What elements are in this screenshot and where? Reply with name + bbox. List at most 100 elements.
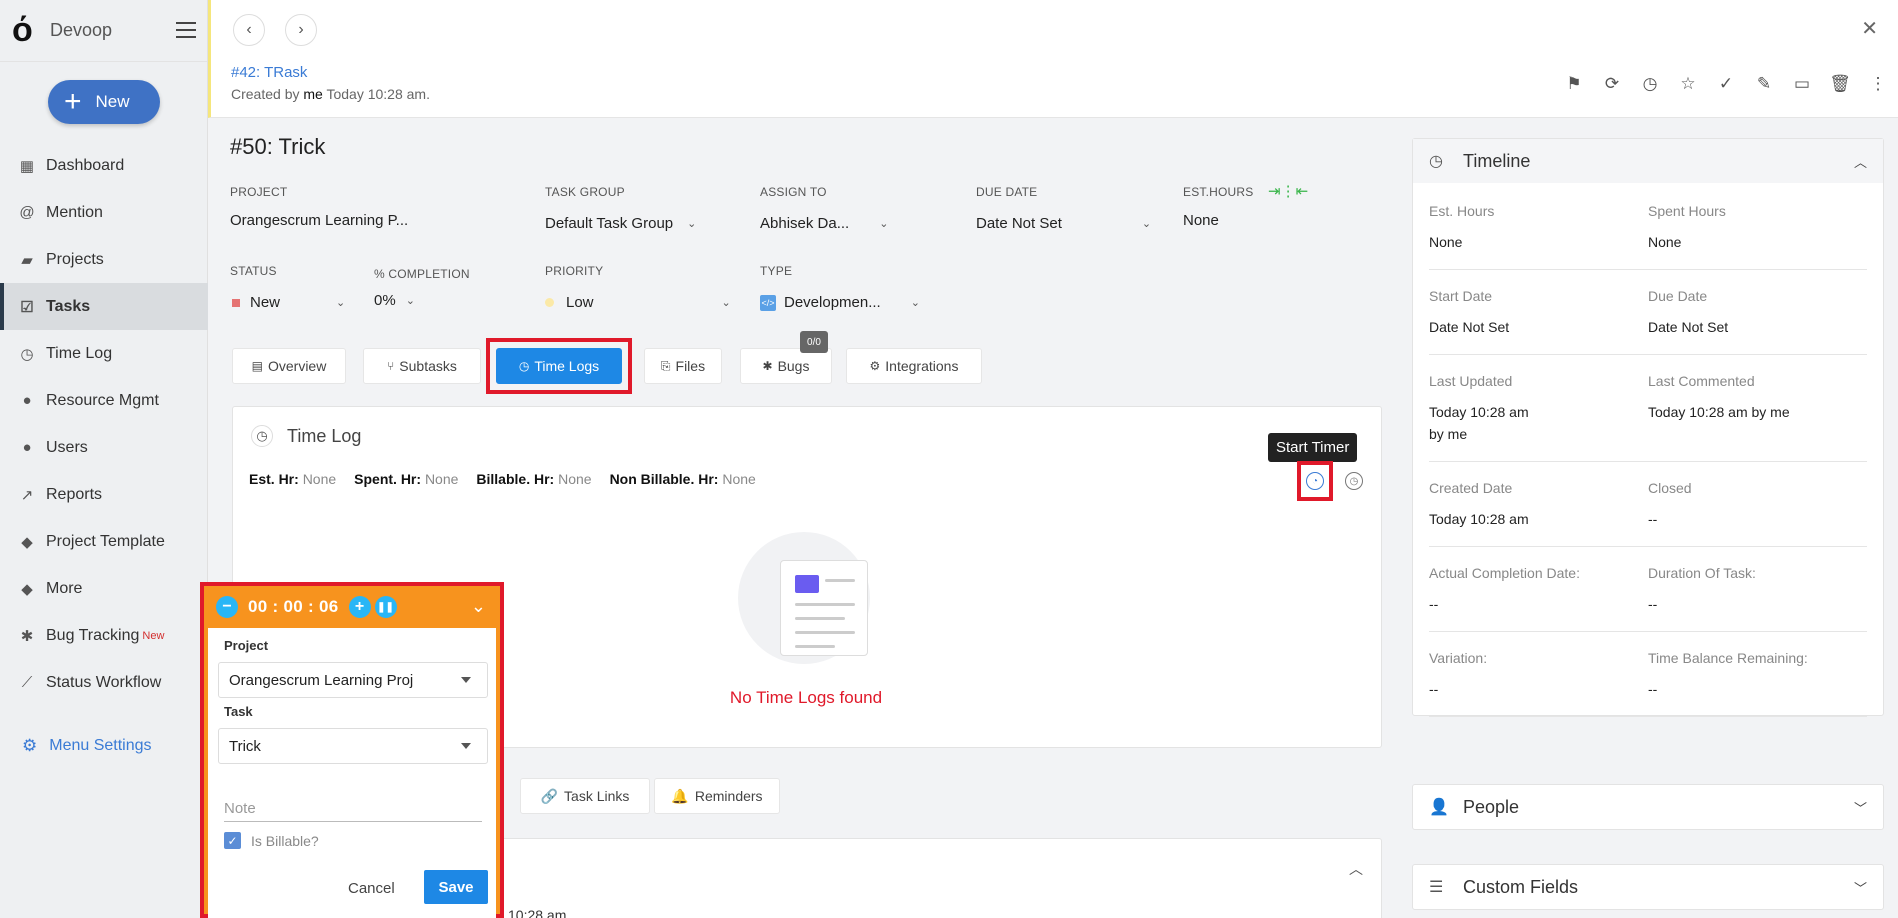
tab-label: Overview: [267, 358, 327, 374]
chevron-down-icon[interactable]: ⌄: [471, 596, 486, 617]
pencil-icon[interactable]: ✎: [1754, 74, 1774, 94]
timeline-value: by me: [1429, 426, 1468, 442]
timeline-card: ◷ Timeline ︿ Est. Hours None Spent Hours N…: [1412, 138, 1884, 717]
completion-dropdown[interactable]: 0% ⌄: [374, 292, 415, 309]
billable-checkbox[interactable]: ✓ Is Billable?: [224, 832, 319, 849]
user-icon: ●: [22, 439, 32, 456]
sidebar-item-users[interactable]: ● Users: [0, 424, 208, 471]
chart-line-icon: ↗: [20, 486, 34, 504]
timer-form: Project Orangescrum Learning Proj Task T…: [208, 628, 496, 918]
check-icon[interactable]: ✓: [1716, 74, 1736, 94]
created-by-user: me: [303, 86, 323, 102]
plus-icon[interactable]: +: [348, 596, 371, 618]
sidebar-item-reports[interactable]: ↗ Reports: [0, 471, 208, 518]
tab-label: Reminders: [694, 788, 763, 804]
billable-hr-stat: Billable. Hr: None: [476, 471, 591, 487]
layers-icon: ◆: [21, 580, 33, 598]
clock-icon[interactable]: ◷: [1640, 74, 1660, 94]
cancel-button[interactable]: Cancel: [348, 880, 395, 897]
tab-reminders[interactable]: 🔔 Reminders: [654, 778, 780, 814]
sidebar-item-resource-mgmt[interactable]: ● Resource Mgmt: [0, 377, 208, 424]
gear-icon: ⚙: [22, 736, 38, 755]
tab-task-links[interactable]: 🔗 Task Links: [520, 778, 650, 814]
split-icon[interactable]: ⇥⋮⇤: [1268, 182, 1308, 200]
tab-overview[interactable]: ▤ Overview: [232, 348, 346, 384]
sidebar-item-mention[interactable]: @ Mention: [0, 189, 208, 236]
due-date-value: Date Not Set: [976, 215, 1062, 232]
sidebar-item-projects[interactable]: ▰ Projects: [0, 236, 208, 283]
tab-integrations[interactable]: ⚙ Integrations: [846, 348, 982, 384]
code-icon: </>: [760, 294, 776, 311]
sidebar-item-label: Status Workflow: [46, 673, 162, 691]
sidebar-item-label: Mention: [46, 203, 103, 221]
minus-icon[interactable]: −: [216, 596, 238, 618]
sidebar-item-bug-tracking[interactable]: ✱ Bug Tracking New: [0, 612, 208, 659]
chevron-down-icon[interactable]: ﹀: [1854, 798, 1867, 817]
priority-dropdown[interactable]: Low ⌄: [545, 294, 731, 311]
status-dropdown[interactable]: New ⌄: [232, 294, 345, 311]
archive-icon[interactable]: ▭: [1792, 74, 1812, 94]
hamburger-menu-icon[interactable]: [176, 22, 196, 38]
type-dropdown[interactable]: </> Developmen... ⌄: [760, 294, 920, 311]
clock-icon: ◷: [518, 359, 530, 373]
due-date-dropdown[interactable]: Date Not Set ⌄: [976, 215, 1151, 232]
more-vertical-icon[interactable]: ⋮: [1868, 74, 1888, 94]
project-value[interactable]: Orangescrum Learning P...: [230, 212, 408, 229]
tab-files[interactable]: ⎘ Files: [644, 348, 722, 384]
menu-settings-link[interactable]: ⚙ Menu Settings: [22, 736, 152, 756]
sidebar-item-tasks[interactable]: ☑ Tasks: [0, 283, 208, 330]
timeline-title: Timeline: [1463, 150, 1531, 171]
billable-label: Is Billable?: [251, 832, 319, 849]
assign-to-dropdown[interactable]: Abhisek Da... ⌄: [760, 215, 888, 232]
status-label: STATUS: [230, 264, 277, 278]
tab-time-logs[interactable]: ◷ Time Logs: [496, 348, 622, 384]
timeline-label: Closed: [1648, 480, 1692, 496]
sidebar-nav: ▦ Dashboard @ Mention ▰ Projects ☑ Tasks ◷ Ti…: [0, 142, 208, 706]
task-group-dropdown[interactable]: Default Task Group ⌄: [545, 215, 696, 232]
save-button[interactable]: Save: [424, 870, 488, 904]
sidebar-item-project-template[interactable]: ◆ Project Template: [0, 518, 208, 565]
parent-task-link[interactable]: #42: TRask: [231, 64, 307, 81]
custom-fields-card[interactable]: ☰ Custom Fields ﹀: [1412, 864, 1884, 910]
star-icon[interactable]: ☆: [1678, 74, 1698, 94]
back-arrow-icon[interactable]: ‹: [233, 14, 265, 46]
checkbox-checked-icon[interactable]: ✓: [224, 832, 241, 849]
sidebar-item-dashboard[interactable]: ▦ Dashboard: [0, 142, 208, 189]
sidebar-item-time-log[interactable]: ◷ Time Log: [0, 330, 208, 377]
completion-value: 0%: [374, 292, 396, 309]
close-icon[interactable]: ✕: [1861, 16, 1878, 41]
forward-arrow-icon[interactable]: ›: [285, 14, 317, 46]
bell-icon: 🔔: [671, 787, 689, 804]
refresh-icon[interactable]: ⟳: [1602, 74, 1622, 94]
trash-icon[interactable]: 🗑: [1829, 74, 1851, 94]
task-select[interactable]: Trick: [218, 728, 488, 764]
sidebar-item-more[interactable]: ◆ More: [0, 565, 208, 612]
people-card[interactable]: 👤 People ﹀: [1412, 784, 1884, 830]
new-button[interactable]: + New: [48, 80, 160, 124]
est-hours-value[interactable]: None: [1183, 212, 1219, 229]
flag-icon[interactable]: ⚑: [1564, 74, 1584, 94]
people-header[interactable]: 👤 People ﹀: [1413, 785, 1883, 829]
custom-fields-header[interactable]: ☰ Custom Fields ﹀: [1413, 865, 1883, 909]
priority-color-icon: [545, 298, 554, 307]
sidebar-item-status-workflow[interactable]: ⟋ Status Workflow: [0, 659, 208, 706]
pause-icon[interactable]: ❚❚: [374, 596, 397, 618]
project-select[interactable]: Orangescrum Learning Proj: [218, 662, 488, 698]
chevron-up-icon[interactable]: ︿: [1854, 152, 1867, 171]
tab-subtasks[interactable]: ⑂ Subtasks: [363, 348, 481, 384]
tab-bugs[interactable]: ✱ Bugs: [740, 348, 832, 384]
people-title: People: [1463, 796, 1520, 817]
alarm-clock-icon[interactable]: ◔: [1306, 472, 1324, 490]
dashboard-icon: ▦: [19, 157, 35, 175]
timeline-value: --: [1648, 511, 1658, 527]
timer-header: − 00 : 00 : 06 + ❚❚ ⌄: [204, 586, 500, 628]
clock-icon[interactable]: ◷: [1345, 472, 1363, 490]
chevron-down-icon[interactable]: ﹀: [1854, 878, 1867, 897]
chevron-up-icon[interactable]: ︿: [1349, 859, 1363, 879]
timeline-label: Last Commented: [1648, 373, 1755, 389]
timeline-header[interactable]: ◷ Timeline ︿: [1413, 139, 1883, 183]
timer-widget: − 00 : 00 : 06 + ❚❚ ⌄ Project Orangescru…: [200, 582, 504, 918]
note-input[interactable]: Note: [224, 792, 482, 822]
chevron-down-icon: ⌄: [336, 297, 346, 309]
timeline-value: Date Not Set: [1429, 319, 1510, 335]
